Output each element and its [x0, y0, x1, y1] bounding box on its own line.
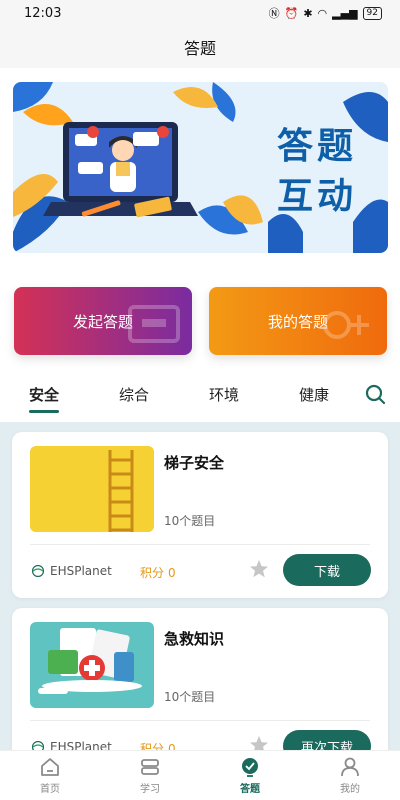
quiz-title: 急救知识: [164, 630, 225, 648]
download-button[interactable]: 下载: [283, 554, 371, 586]
card-divider: [30, 544, 370, 545]
study-icon: [141, 759, 159, 775]
tab-general[interactable]: 综合: [119, 384, 149, 405]
nav-home-label: 首页: [40, 784, 60, 795]
battery-indicator: 92: [362, 6, 382, 20]
brand-name: EHSPlanet: [50, 564, 112, 578]
my-quiz-button[interactable]: 我的答题: [209, 287, 387, 355]
nav-study[interactable]: 学习: [120, 756, 180, 795]
gamepad-icon: [323, 311, 369, 339]
wifi-icon: ◠: [317, 6, 328, 20]
alarm-icon: ⏰: [284, 6, 299, 20]
ladder-image: [30, 446, 154, 532]
points-label: 积分: [140, 566, 165, 580]
points-value: 0: [168, 742, 176, 750]
ehsplanet-logo-icon: [32, 565, 44, 577]
my-quiz-label: 我的答题: [267, 312, 328, 331]
signal-icon: ▂▄▆: [332, 6, 358, 20]
nav-home[interactable]: 首页: [20, 756, 80, 795]
status-time: 12:03: [24, 5, 62, 21]
quiz-list: 梯子安全 10个题目 EHSPlanet 积分 0 下载 急救知识 10个题目 …: [0, 422, 400, 750]
quiz-question-count: 10个题目: [164, 690, 216, 704]
quiz-points: 积分 0: [140, 740, 176, 750]
page-title: 答题: [183, 39, 216, 58]
profile-icon: [341, 757, 359, 777]
home-icon: [41, 758, 59, 776]
points-value: 0: [168, 566, 176, 580]
quiz-banner[interactable]: 答题 互动: [13, 82, 388, 253]
banner-title-line2: 互动: [276, 176, 357, 217]
banner-title-line1: 答题: [276, 126, 357, 167]
nav-profile-label: 我的: [340, 784, 360, 795]
hero-section: 答题 互动: [0, 68, 400, 280]
bluetooth-icon: ✱: [303, 6, 313, 20]
ehsplanet-logo-icon: [32, 741, 44, 750]
first-aid-image: [30, 622, 154, 708]
status-bar: 12:03 Ⓝ ⏰ ✱ ◠ ▂▄▆ 92: [0, 0, 400, 26]
start-quiz-button[interactable]: 发起答题: [14, 287, 192, 355]
nav-study-label: 学习: [140, 784, 160, 795]
star-icon[interactable]: [248, 558, 270, 580]
quiz-thumbnail: [30, 446, 154, 532]
quiz-question-count: 10个题目: [164, 514, 216, 528]
quiz-card-footer: EHSPlanet 积分 0 下载: [12, 552, 388, 592]
nav-profile[interactable]: 我的: [320, 756, 380, 795]
tab-safety[interactable]: 安全: [29, 384, 60, 413]
status-icons: Ⓝ ⏰ ✱ ◠ ▂▄▆ 92: [269, 5, 382, 21]
redownload-button[interactable]: 再次下载: [283, 730, 371, 750]
brand-name: EHSPlanet: [50, 740, 112, 750]
banner-title: 答题 互动: [257, 122, 377, 222]
nav-quiz-label: 答题: [240, 784, 260, 795]
card-divider: [30, 720, 370, 721]
quiz-card-footer: EHSPlanet 积分 0 再次下载: [12, 728, 388, 750]
quiz-card[interactable]: 梯子安全 10个题目 EHSPlanet 积分 0 下载: [12, 432, 388, 598]
nav-quiz[interactable]: 答题: [220, 756, 280, 795]
page-header: 答题: [0, 26, 400, 68]
inbox-icon: [128, 305, 180, 343]
quiz-thumbnail: [30, 622, 154, 708]
search-icon[interactable]: [364, 383, 386, 405]
points-label: 积分: [140, 742, 165, 750]
star-icon[interactable]: [248, 734, 270, 750]
action-section: 发起答题 我的答题: [0, 280, 400, 376]
quiz-icon: [242, 758, 258, 777]
start-quiz-label: 发起答题: [72, 312, 133, 331]
quiz-brand: EHSPlanet: [32, 740, 112, 750]
bottom-nav: 首页 学习 答题 我的: [0, 750, 400, 800]
tab-environment[interactable]: 环境: [209, 384, 239, 405]
quiz-brand: EHSPlanet: [32, 564, 112, 578]
quiz-card[interactable]: 急救知识 10个题目 EHSPlanet 积分 0 再次下载: [12, 608, 388, 750]
category-tabs: 安全 综合 环境 健康: [0, 376, 400, 422]
quiz-title: 梯子安全: [164, 454, 225, 472]
tab-health[interactable]: 健康: [299, 384, 329, 405]
nfc-icon: Ⓝ: [268, 7, 280, 20]
quiz-points: 积分 0: [140, 564, 176, 581]
